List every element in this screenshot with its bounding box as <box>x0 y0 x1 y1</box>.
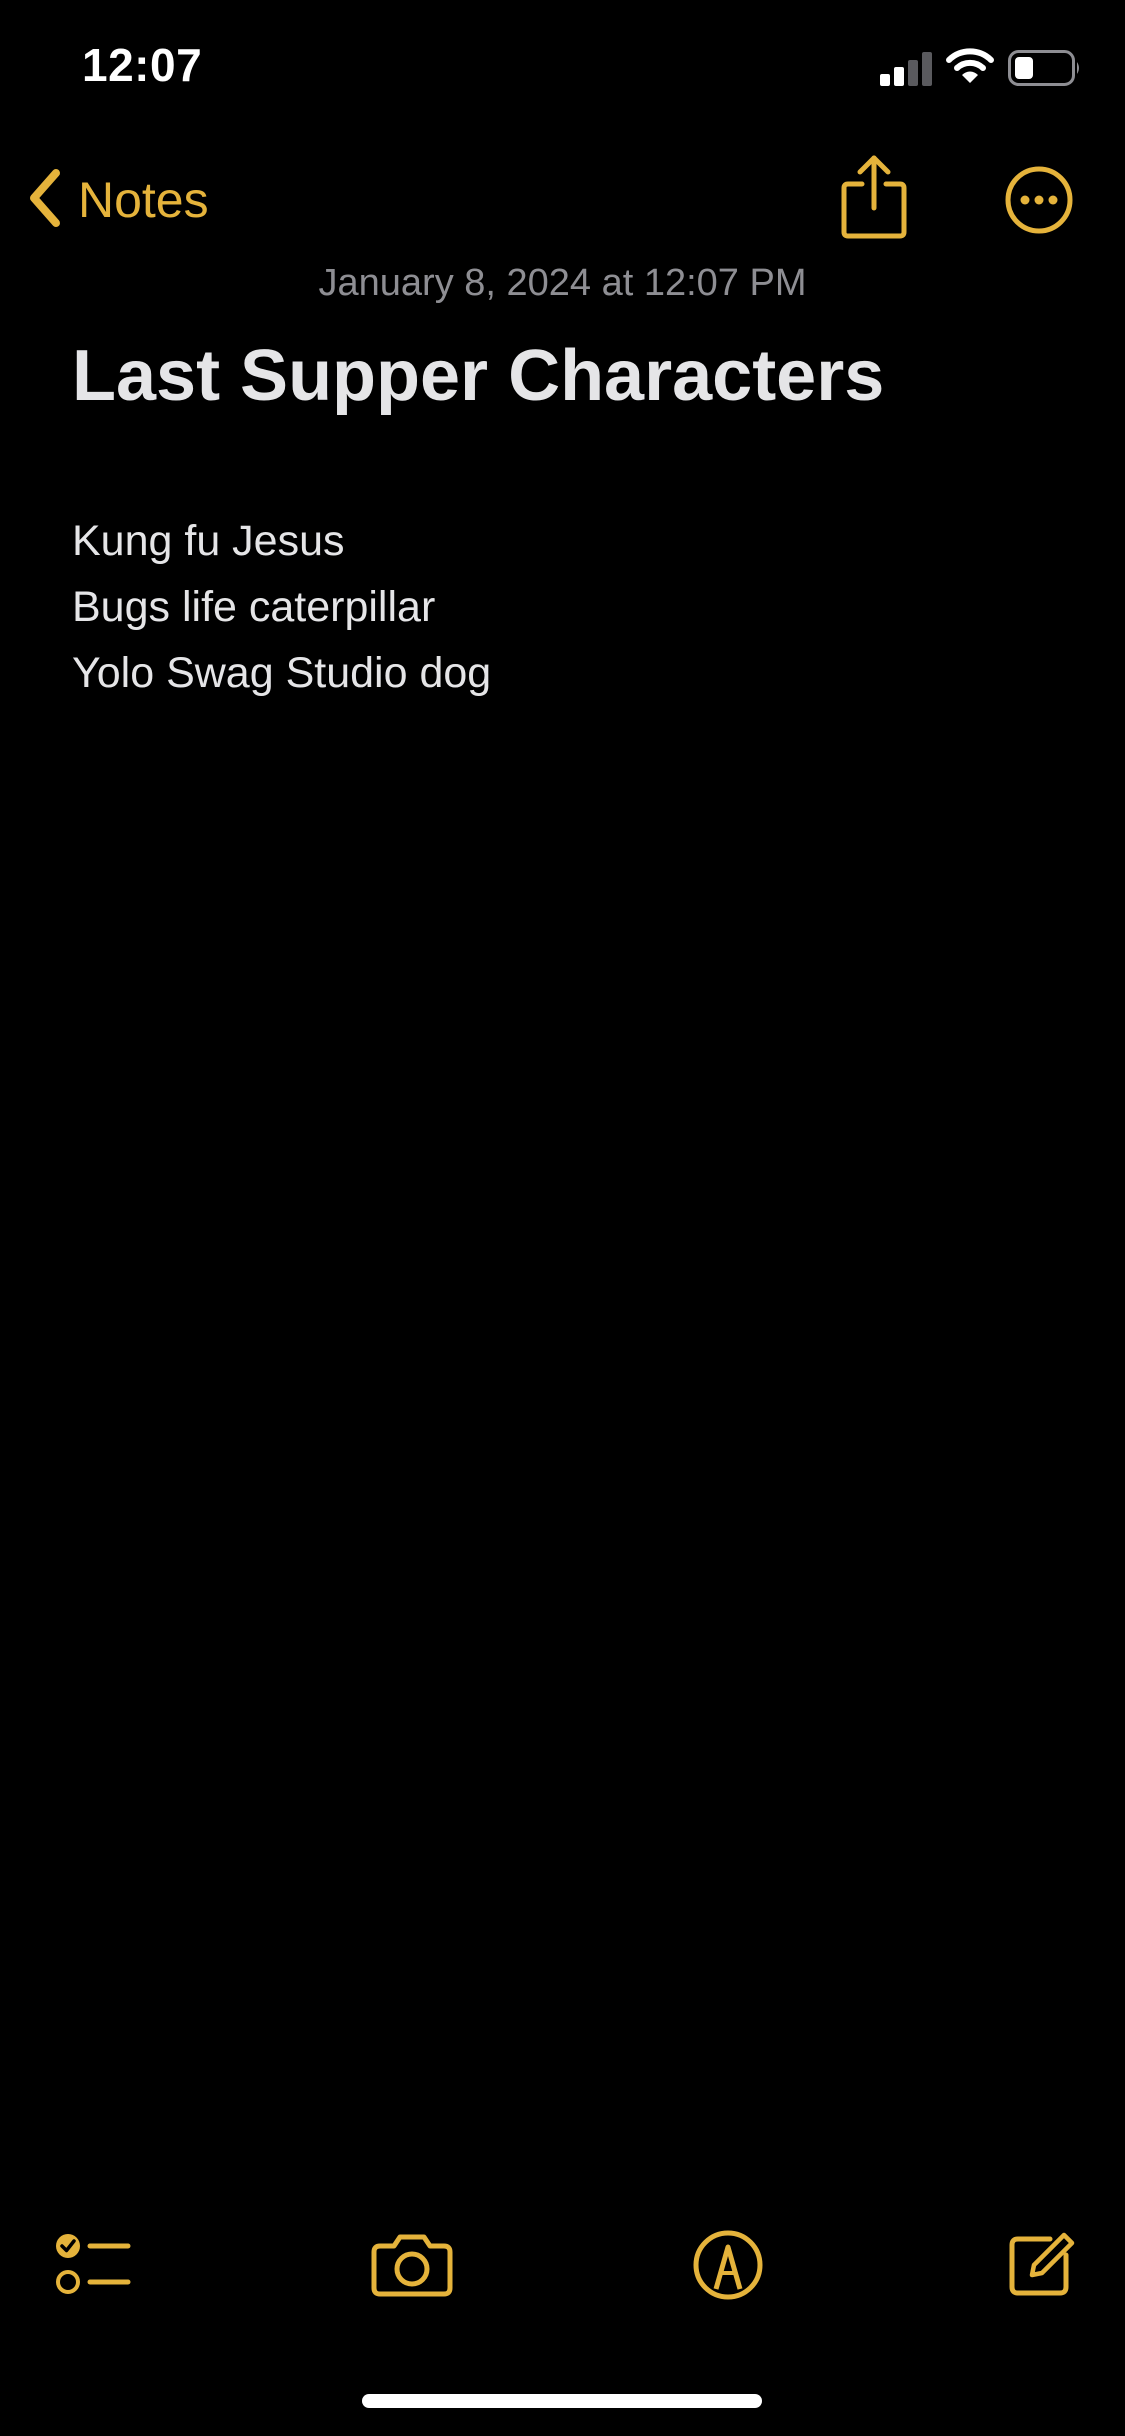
compose-icon <box>1004 2229 1076 2306</box>
note-line: Kung fu Jesus <box>72 517 345 565</box>
checklist-button[interactable] <box>44 2225 144 2309</box>
ellipsis-circle-icon <box>1004 166 1074 239</box>
cellular-signal-icon <box>880 52 934 91</box>
home-indicator[interactable] <box>362 2394 762 2408</box>
note-date: January 8, 2024 at 12:07 PM <box>318 262 807 304</box>
status-bar: 12:07 <box>0 0 1125 140</box>
note-line: Yolo Swag Studio dog <box>72 649 492 697</box>
note-title[interactable]: Last Supper Characters <box>72 335 884 417</box>
markup-button[interactable] <box>678 2225 778 2309</box>
compose-button[interactable] <box>990 2225 1090 2309</box>
wifi-icon <box>946 48 994 91</box>
camera-icon <box>370 2232 454 2303</box>
battery-icon <box>1008 50 1082 91</box>
chevron-left-icon <box>24 167 64 234</box>
camera-button[interactable] <box>362 2225 462 2309</box>
markup-pen-icon <box>692 2229 764 2306</box>
share-button[interactable] <box>838 150 910 240</box>
note-line: Bugs life caterpillar <box>72 583 436 631</box>
more-button[interactable] <box>1004 165 1074 235</box>
status-time: 12:07 <box>82 39 203 91</box>
back-button[interactable]: Notes <box>24 165 209 235</box>
checklist-icon <box>54 2230 134 2305</box>
note-body[interactable]: Kung fu Jesus Bugs life caterpillar Yolo… <box>72 508 491 706</box>
back-button-label: Notes <box>78 172 209 228</box>
share-icon <box>838 155 910 244</box>
